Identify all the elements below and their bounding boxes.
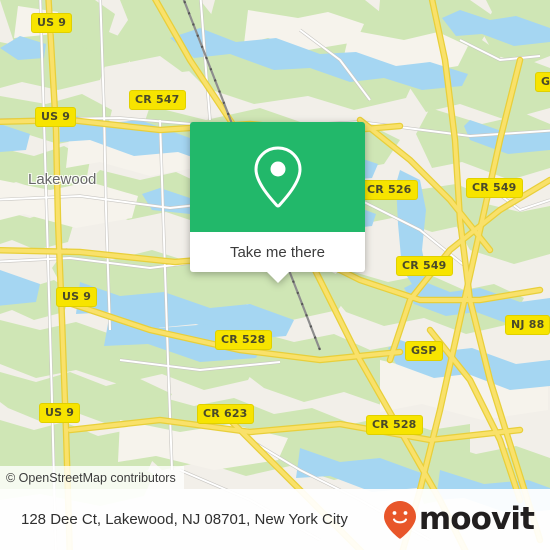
take-me-there-callout[interactable]: Take me there	[190, 122, 365, 283]
callout-action-panel[interactable]: Take me there	[190, 232, 365, 283]
moovit-wordmark: moovit	[418, 501, 535, 537]
road-shield-cr526[interactable]: CR 526	[361, 180, 418, 200]
road-shield-gsp-topright[interactable]: GSP	[535, 72, 550, 92]
road-shield-us9-mid[interactable]: US 9	[56, 287, 98, 307]
road-shield-cr549-upper[interactable]: CR 549	[466, 178, 523, 198]
road-shield-cr549-lower[interactable]: CR 549	[396, 256, 453, 276]
moovit-brand[interactable]: moovit	[383, 500, 535, 540]
road-shield-cr528-left[interactable]: CR 528	[215, 330, 272, 350]
footer-bar: 128 Dee Ct, Lakewood, NJ 08701, New York…	[0, 489, 550, 550]
road-shield-us9-top[interactable]: US 9	[31, 13, 73, 33]
osm-attribution-text: © OpenStreetMap contributors	[6, 470, 176, 485]
road-shield-us9-upper[interactable]: US 9	[35, 107, 77, 127]
callout-icon-panel	[190, 122, 365, 232]
callout-pointer	[266, 272, 289, 283]
road-shield-gsp[interactable]: GSP	[405, 341, 443, 361]
road-shield-cr547[interactable]: CR 547	[129, 90, 186, 110]
moovit-smiley-pin-icon	[383, 500, 416, 539]
road-shield-nj88[interactable]: NJ 88	[505, 315, 550, 335]
moovit-map-share-card: Lakewood US 9 CR 547 US 9 GSP CR 526 CR …	[0, 0, 550, 550]
place-label-lakewood: Lakewood	[28, 171, 97, 188]
road-shield-cr623[interactable]: CR 623	[197, 404, 254, 424]
osm-attribution[interactable]: © OpenStreetMap contributors	[0, 466, 184, 489]
road-shield-cr528-right[interactable]: CR 528	[366, 415, 423, 435]
road-shield-us9-bottom[interactable]: US 9	[39, 403, 81, 423]
take-me-there-label: Take me there	[229, 243, 326, 261]
address-text: 128 Dee Ct, Lakewood, NJ 08701, New York…	[21, 511, 348, 528]
map-pin-icon	[253, 146, 302, 208]
